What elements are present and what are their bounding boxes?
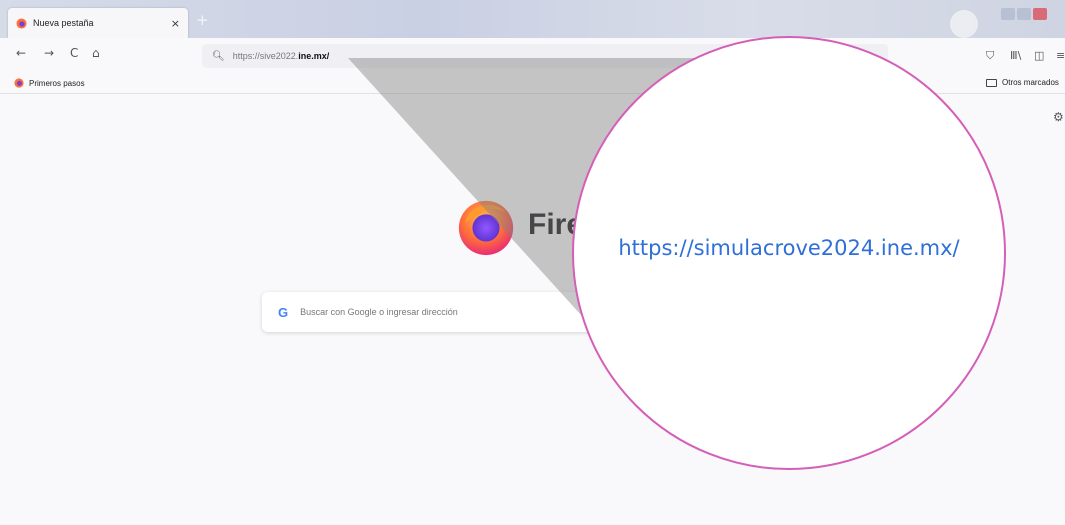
bookmark-label: Primeros pasos — [29, 78, 85, 88]
firefox-logo — [458, 200, 514, 256]
minimize-button[interactable] — [1001, 8, 1015, 20]
close-window-button[interactable] — [1033, 8, 1047, 20]
pocket-icon[interactable]: ⛉ — [986, 49, 994, 63]
magnifier-callout: https://simulacrove2024.ine.mx/ — [572, 36, 1006, 470]
home-button[interactable]: ⌂ — [92, 46, 100, 60]
tab-title: Nueva pestaña — [33, 18, 94, 28]
search-icon: 🔍︎ — [212, 50, 225, 62]
menu-icon[interactable]: ≡ — [1056, 49, 1065, 62]
maximize-button[interactable] — [1017, 8, 1031, 20]
sidebar-icon[interactable]: ◫ — [1034, 49, 1044, 62]
other-bookmarks-label: Otros marcados — [1002, 78, 1059, 87]
title-bar: Nueva pestaña × + — [0, 0, 1065, 38]
bookmark-primeros-pasos[interactable]: Primeros pasos — [14, 78, 85, 88]
other-bookmarks[interactable]: Otros marcados — [986, 78, 1059, 87]
tab-new-tab[interactable]: Nueva pestaña × — [8, 8, 188, 38]
window-controls — [1001, 8, 1047, 20]
close-tab-icon[interactable]: × — [171, 17, 180, 30]
search-placeholder: Buscar con Google o ingresar dirección — [300, 307, 458, 317]
magnified-url: https://simulacrove2024.ine.mx/ — [618, 236, 960, 260]
library-icon[interactable]: Ⅲ\ — [1010, 49, 1021, 62]
google-icon: G — [278, 304, 289, 320]
back-button[interactable]: ← — [16, 46, 26, 60]
reload-button[interactable]: C — [70, 46, 78, 60]
glare — [950, 10, 978, 38]
firefox-icon — [16, 17, 27, 29]
new-tab-button[interactable]: + — [196, 13, 209, 28]
url-text[interactable]: https://sive2022.ine.mx/ — [233, 51, 330, 61]
gear-icon[interactable]: ⚙ — [1053, 110, 1064, 124]
folder-icon — [986, 78, 997, 87]
firefox-icon — [14, 78, 24, 88]
forward-button[interactable]: → — [44, 46, 54, 60]
